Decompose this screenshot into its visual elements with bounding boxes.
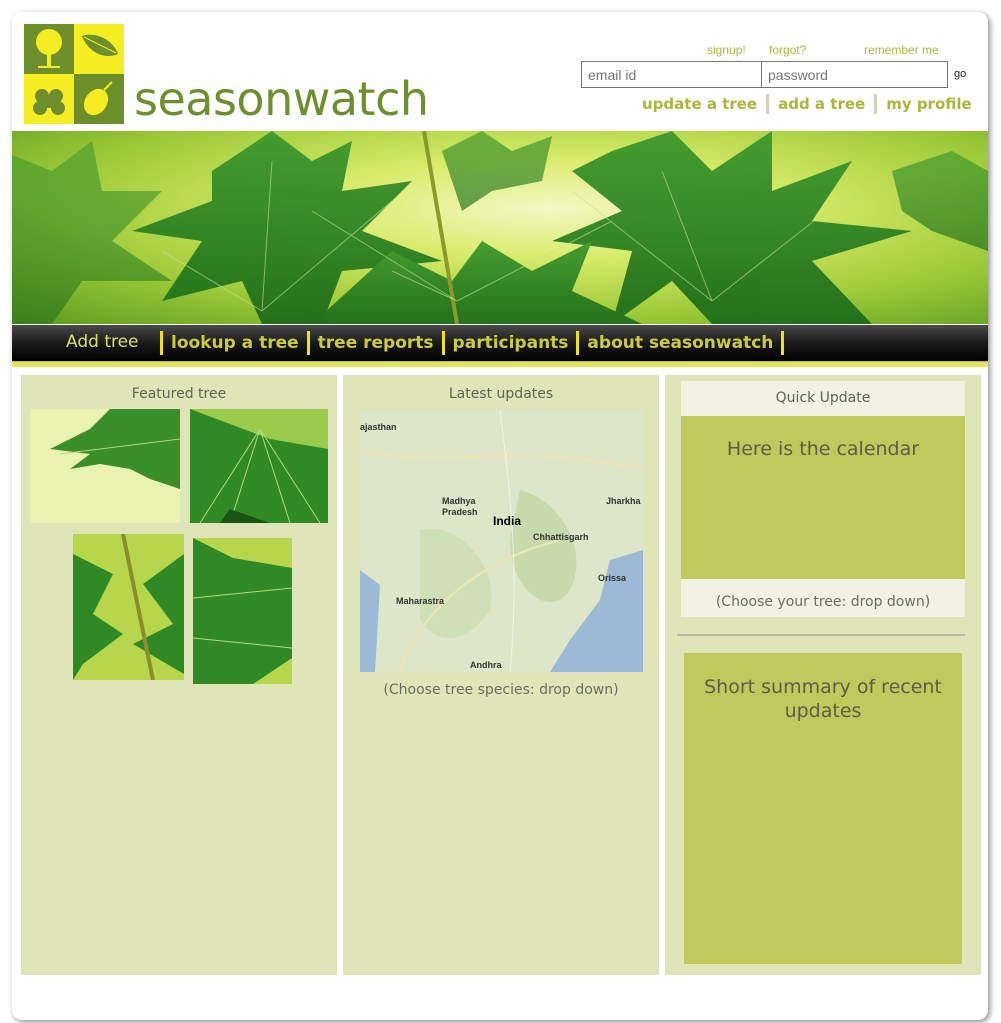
calendar-placeholder: Here is the calendar	[726, 438, 920, 460]
page-frame: seasonwatch signup! forgot? remember me …	[12, 12, 988, 1020]
species-dropdown[interactable]: (Choose tree species: drop down)	[343, 682, 659, 698]
quick-update-panel: Quick Update Here is the calendar (Choos…	[665, 375, 981, 975]
forgot-link[interactable]: forgot?	[769, 43, 806, 57]
content-area: Featured tree Latest updates ajasthan Ma…	[12, 372, 988, 975]
user-links: update a tree add a tree my profile	[642, 94, 972, 114]
india-map[interactable]: ajasthan Madhya Pradesh India Jharkha Ch…	[360, 410, 643, 672]
map-label: India	[493, 514, 522, 528]
map-label: ajasthan	[360, 422, 397, 432]
update-tree-link[interactable]: update a tree	[642, 95, 757, 113]
link-separator	[874, 94, 878, 114]
latest-updates-title: Latest updates	[448, 386, 554, 402]
nav-separator	[576, 331, 580, 355]
leaf-icon	[82, 34, 118, 56]
nav-separator	[306, 331, 310, 355]
nav-underline	[12, 361, 988, 367]
password-input[interactable]	[762, 62, 947, 87]
remember-me-toggle[interactable]: remember me	[864, 43, 939, 57]
featured-photo[interactable]	[30, 409, 180, 523]
map-label: Chhattisgarh	[533, 532, 589, 542]
nav-lookup-tree[interactable]: lookup a tree	[171, 333, 299, 353]
nav-separator	[781, 331, 785, 355]
nav-separator	[441, 331, 445, 355]
featured-tree-panel: Featured tree	[21, 375, 337, 975]
quick-update-title: Quick Update	[681, 381, 965, 416]
go-button[interactable]: go	[954, 68, 966, 80]
tree-icon	[36, 29, 62, 68]
flower-icon	[33, 89, 65, 115]
email-input[interactable]	[582, 62, 762, 87]
summary-text: Short summary of recent updates	[704, 676, 942, 722]
main-nav: Add tree lookup a tree tree reports part…	[12, 325, 988, 361]
latest-updates-panel: Latest updates ajasthan Madhya Pradesh I…	[343, 375, 659, 975]
logo[interactable]	[24, 24, 124, 124]
fruit-icon	[83, 81, 113, 116]
nav-participants[interactable]: participants	[453, 333, 569, 353]
map-label: Madhya	[442, 496, 476, 506]
featured-photo[interactable]	[73, 534, 184, 680]
login-form	[581, 61, 948, 88]
map-label: Andhra	[470, 660, 502, 670]
featured-photo[interactable]	[193, 538, 292, 684]
map-label: Pradesh	[442, 507, 478, 517]
recent-updates-summary: Short summary of recent updates	[684, 653, 962, 964]
nav-separator	[160, 331, 163, 355]
map-label: Orissa	[598, 573, 627, 583]
my-profile-link[interactable]: my profile	[886, 95, 972, 113]
nav-add-tree[interactable]: Add tree	[12, 325, 160, 361]
add-tree-link[interactable]: add a tree	[778, 95, 865, 113]
nav-about[interactable]: about seasonwatch	[587, 333, 773, 353]
banner-image	[12, 131, 988, 324]
map-label: Jharkha	[606, 496, 641, 506]
nav-tree-reports[interactable]: tree reports	[318, 333, 434, 353]
brand-name: seasonwatch	[134, 72, 429, 126]
divider	[677, 634, 965, 636]
calendar[interactable]: Here is the calendar	[681, 416, 965, 579]
featured-tree-title: Featured tree	[131, 386, 227, 402]
tree-dropdown[interactable]: (Choose your tree: drop down)	[681, 579, 965, 617]
map-label: Maharastra	[396, 596, 445, 606]
featured-photo[interactable]	[190, 409, 328, 523]
link-separator	[766, 94, 770, 114]
signup-link[interactable]: signup!	[707, 43, 746, 57]
